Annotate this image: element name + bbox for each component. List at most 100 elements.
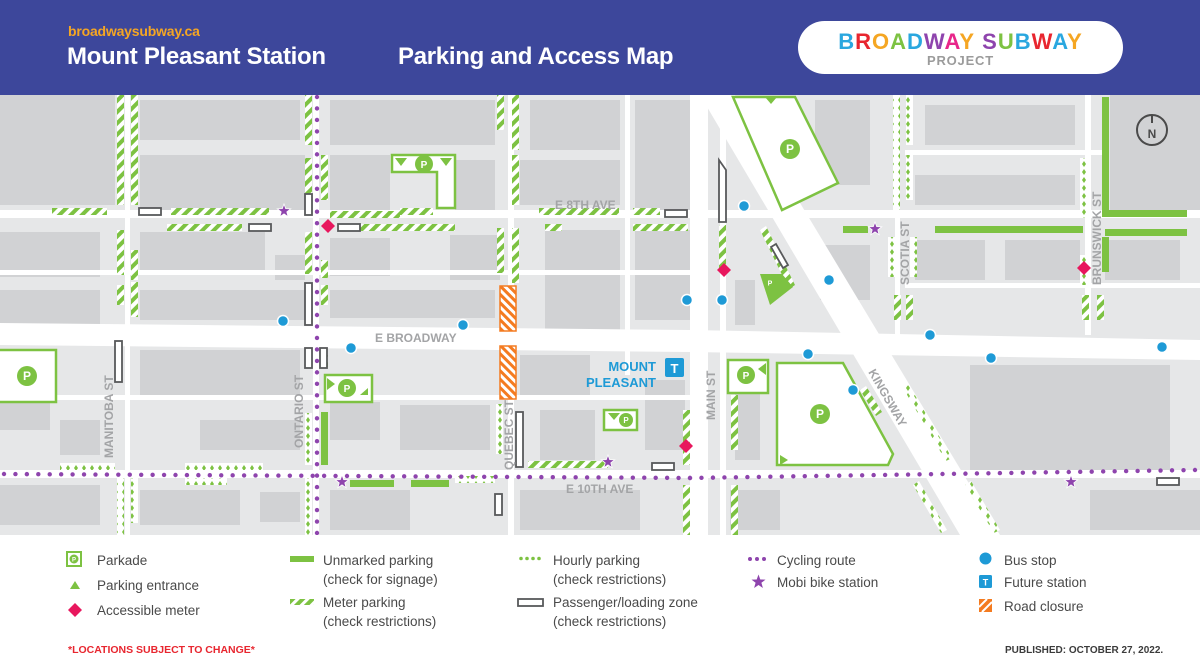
cycling-route-dot — [974, 471, 980, 476]
cycling-route-dot — [562, 475, 567, 480]
cycling-route-dot — [139, 472, 144, 477]
cycling-route-dot — [184, 472, 190, 478]
parkade-marker-label: P — [421, 160, 428, 171]
cycling-route-dot — [314, 266, 320, 272]
published-date: PUBLISHED: OCTOBER 27, 2022. — [1005, 645, 1164, 656]
cycling-route-dot — [314, 358, 320, 364]
cycling-route-dot — [664, 475, 670, 481]
cycling-route-dot — [756, 474, 762, 480]
cycling-route-dot — [81, 472, 87, 477]
svg-text:N: N — [1148, 127, 1157, 141]
cycling-route-dot — [314, 289, 320, 295]
legend-hourly-parking: Hourly parking (check restrictions) — [553, 553, 667, 587]
cycling-route-dot — [287, 473, 293, 478]
cycling-route-dot — [1032, 470, 1037, 475]
svg-text:T: T — [983, 578, 989, 588]
cycling-route-dot — [837, 473, 842, 478]
cycling-route-dot — [314, 370, 320, 375]
cycling-route-dot — [173, 472, 178, 478]
cycling-route-dot — [584, 475, 590, 480]
street-label-quebec-st: QUEBEC ST — [502, 399, 516, 470]
cycling-route-dot — [367, 473, 373, 479]
accessible-meter-icon — [68, 603, 82, 617]
cycling-route-dot — [314, 186, 320, 191]
cycling-route-dot — [314, 416, 320, 421]
logo-letter: W — [1031, 29, 1053, 54]
cycling-route-dot — [36, 472, 41, 477]
logo-letter: U — [997, 29, 1015, 54]
cycling-route-dot — [986, 471, 991, 476]
cycling-route-dot — [1135, 468, 1140, 474]
mobi-bike-station-icon — [751, 574, 766, 588]
cycling-route-dot — [1192, 467, 1198, 473]
cycling-route-dot — [314, 209, 320, 214]
cycling-route-dot — [13, 471, 18, 477]
logo-letter: B — [838, 29, 856, 54]
cycling-route-dot — [401, 474, 407, 479]
cycling-route-dot — [1169, 468, 1175, 473]
cycling-route-dot — [104, 472, 110, 477]
cycling-route-dot — [504, 474, 510, 480]
cycling-route-dot — [314, 198, 320, 203]
parking-access-map[interactable]: P P P P P P P P T MOUNT PLEASANT E 8TH AVE E BR… — [0, 95, 1200, 535]
parkade-marker-label: P — [743, 371, 750, 382]
cycling-route-dot — [1, 471, 7, 477]
cycling-route-dot — [299, 473, 304, 478]
logo-subtitle: PROJECT — [926, 53, 994, 68]
cycling-route-dot — [607, 475, 613, 480]
street-label-e-broadway: E BROADWAY — [375, 331, 457, 345]
legend-meter-parking: Meter parking (check restrictions) — [323, 595, 437, 629]
cycling-route-dot — [1078, 469, 1083, 475]
cycling-route-dot — [848, 473, 853, 478]
cycling-route-dot — [482, 474, 487, 479]
cycling-route-dot — [314, 484, 320, 490]
legend-road-closure: Road closure — [1004, 599, 1084, 614]
cycling-route-dot — [314, 324, 320, 329]
station-name-line2: PLEASANT — [586, 375, 656, 390]
cycling-route-dot — [516, 474, 521, 480]
legend-mobi-bike-station: Mobi bike station — [777, 575, 879, 590]
cycling-route-dot — [314, 381, 320, 387]
cycling-route-dot — [314, 163, 320, 169]
street-label-e-8th-ave: E 8TH AVE — [555, 198, 616, 212]
cycling-route-dot — [940, 471, 945, 477]
street-label-ontario-st: ONTARIO ST — [292, 374, 306, 448]
cycling-route-dot — [264, 473, 270, 478]
cycling-route-dot — [321, 473, 327, 479]
street-label-e-10th-ave: E 10TH AVE — [566, 482, 633, 496]
cycling-route-dot — [733, 475, 739, 480]
parkade-marker-label: P — [768, 281, 773, 288]
map-canvas: P P P P P P P P T MOUNT PLEASANT E 8TH AVE E BR… — [0, 95, 1200, 535]
parkade-marker-label: P — [786, 142, 794, 156]
future-station-legend-icon: T — [979, 575, 992, 588]
cycling-route-dot — [1181, 467, 1186, 473]
cycling-route-dot — [47, 472, 52, 477]
cycling-route-dot — [241, 473, 247, 478]
cycling-route-dot — [573, 475, 578, 480]
cycling-route-dot — [356, 473, 361, 479]
cycling-route-dot — [550, 475, 555, 480]
cycling-route-dot — [314, 95, 320, 100]
cycling-route-dot — [791, 474, 796, 479]
cycling-route-dot — [997, 470, 1003, 476]
cycling-route-dot — [413, 474, 418, 479]
website-link[interactable]: broadwaysubway.ca — [68, 23, 200, 39]
cycling-route-dot — [1158, 468, 1163, 473]
cycling-route-dot — [1055, 469, 1060, 475]
cycling-route-dot — [722, 475, 727, 480]
cycling-route-dot — [596, 475, 601, 480]
street-label-brunswick-st: BRUNSWICK ST — [1090, 191, 1104, 285]
cycling-route-dot — [459, 474, 464, 479]
cycling-route-dot — [314, 278, 320, 283]
logo-letter: O — [872, 29, 891, 54]
logo-wordmark: BROADWAY SUBWAY — [798, 30, 1123, 54]
road-closure-icon — [979, 599, 992, 612]
cycling-route-dot — [1066, 469, 1071, 475]
cycling-route-dot — [314, 519, 320, 524]
cycling-route-dot — [310, 473, 315, 478]
broadway-subway-logo: BROADWAY SUBWAY PROJECT — [798, 21, 1123, 74]
cycling-route-dot — [653, 475, 658, 480]
cycling-route-dot — [314, 507, 320, 513]
cycling-route-dot — [710, 475, 716, 480]
cycling-route-dot — [676, 475, 681, 481]
